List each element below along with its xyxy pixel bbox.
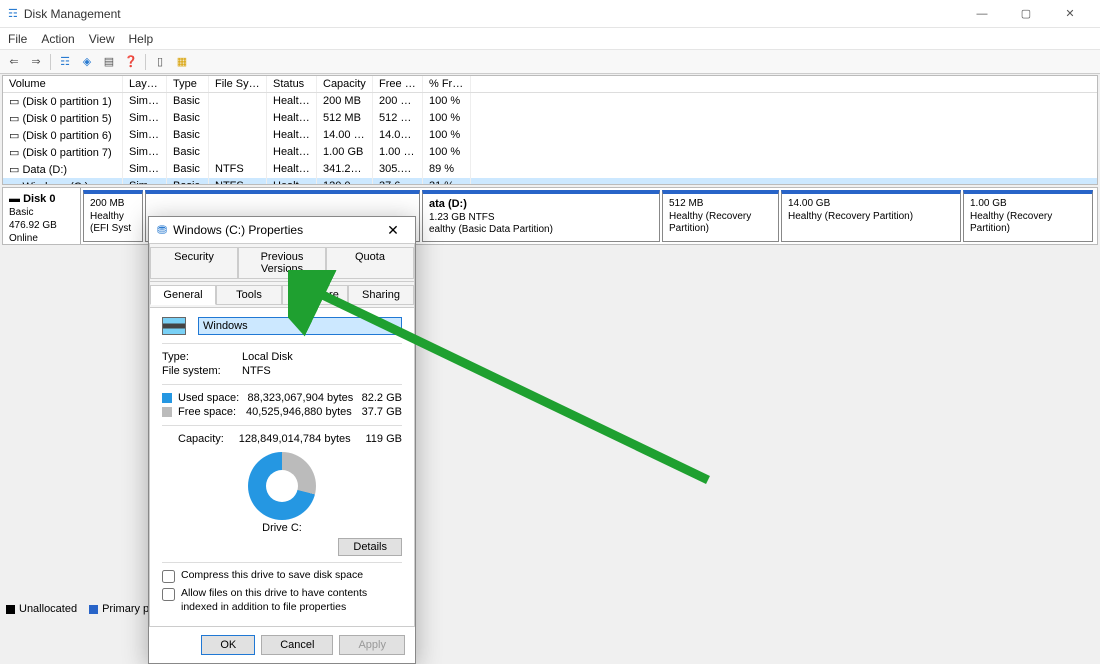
partition-block[interactable]: 14.00 GBHealthy (Recovery Partition)	[781, 190, 961, 242]
drive-label: Drive C:	[162, 522, 402, 534]
menu-file[interactable]: File	[8, 32, 27, 46]
dialog-close-icon[interactable]: ✕	[379, 222, 407, 239]
volume-row[interactable]: ▭ (Disk 0 partition 6)SimpleBasicHealthy…	[3, 127, 1097, 144]
list-icon[interactable]: ▤	[99, 53, 119, 71]
tab-hardware[interactable]: Hardware	[282, 285, 348, 305]
column-headers[interactable]: Volume Layout Type File System Status Ca…	[3, 76, 1097, 93]
partition-block[interactable]: ata (D:)1.23 GB NTFSealthy (Basic Data P…	[422, 190, 660, 242]
tab-security[interactable]: Security	[150, 247, 238, 279]
tab-general[interactable]: General	[150, 285, 216, 305]
minimize-button[interactable]: —	[960, 0, 1004, 28]
forward-icon[interactable]: ⇒	[26, 53, 46, 71]
action-icon[interactable]: ▯	[150, 53, 170, 71]
menu-help[interactable]: Help	[129, 32, 154, 46]
volume-row[interactable]: ▭ (Disk 0 partition 7)SimpleBasicHealthy…	[3, 144, 1097, 161]
details-button[interactable]: Details	[338, 538, 402, 556]
partition-block[interactable]: 1.00 GBHealthy (Recovery Partition)	[963, 190, 1093, 242]
volume-row[interactable]: ▭ Windows (C:)SimpleBasicNTFSHealthy ...…	[3, 178, 1097, 185]
drive-large-icon	[162, 317, 186, 335]
close-button[interactable]: ✕	[1048, 0, 1092, 28]
dialog-titlebar[interactable]: ⛃ Windows (C:) Properties ✕	[149, 217, 415, 243]
volume-name-input[interactable]	[198, 317, 402, 335]
partition-block[interactable]: 512 MBHealthy (Recovery Partition)	[662, 190, 779, 242]
cancel-button[interactable]: Cancel	[261, 635, 333, 655]
ok-button[interactable]: OK	[201, 635, 255, 655]
properties-icon[interactable]: ☶	[55, 53, 75, 71]
menubar: File Action View Help	[0, 28, 1100, 50]
volume-row[interactable]: ▭ (Disk 0 partition 1)SimpleBasicHealthy…	[3, 93, 1097, 110]
index-checkbox[interactable]: Allow files on this drive to have conten…	[162, 587, 402, 614]
window-title: Disk Management	[24, 7, 960, 21]
back-icon[interactable]: ⇐	[4, 53, 24, 71]
usage-pie-chart	[248, 452, 316, 520]
menu-view[interactable]: View	[89, 32, 115, 46]
tab-quota[interactable]: Quota	[326, 247, 414, 279]
apply-button[interactable]: Apply	[339, 635, 405, 655]
app-icon: ☶	[8, 7, 18, 20]
properties-dialog: ⛃ Windows (C:) Properties ✕ Security Pre…	[148, 216, 416, 664]
drive-icon: ⛃	[157, 223, 167, 237]
help-icon[interactable]: ❓	[121, 53, 141, 71]
toolbar: ⇐ ⇒ ☶ ◈ ▤ ❓ ▯ ▦	[0, 50, 1100, 74]
volume-list[interactable]: Volume Layout Type File System Status Ca…	[2, 75, 1098, 185]
tab-previous-versions[interactable]: Previous Versions	[238, 247, 326, 279]
menu-action[interactable]: Action	[41, 32, 74, 46]
scan-icon[interactable]: ▦	[172, 53, 192, 71]
titlebar: ☶ Disk Management — ▢ ✕	[0, 0, 1100, 28]
compress-checkbox[interactable]: Compress this drive to save disk space	[162, 569, 402, 583]
tab-tools[interactable]: Tools	[216, 285, 282, 305]
maximize-button[interactable]: ▢	[1004, 0, 1048, 28]
disk-info: ▬ Disk 0 Basic 476.92 GB Online	[3, 188, 81, 244]
dialog-title: Windows (C:) Properties	[173, 223, 303, 237]
tab-sharing[interactable]: Sharing	[348, 285, 414, 305]
partition-block[interactable]: 200 MBHealthy (EFI Syst	[83, 190, 143, 242]
volume-row[interactable]: ▭ (Disk 0 partition 5)SimpleBasicHealthy…	[3, 110, 1097, 127]
refresh-icon[interactable]: ◈	[77, 53, 97, 71]
volume-row[interactable]: ▭ Data (D:)SimpleBasicNTFSHealthy ...341…	[3, 161, 1097, 178]
